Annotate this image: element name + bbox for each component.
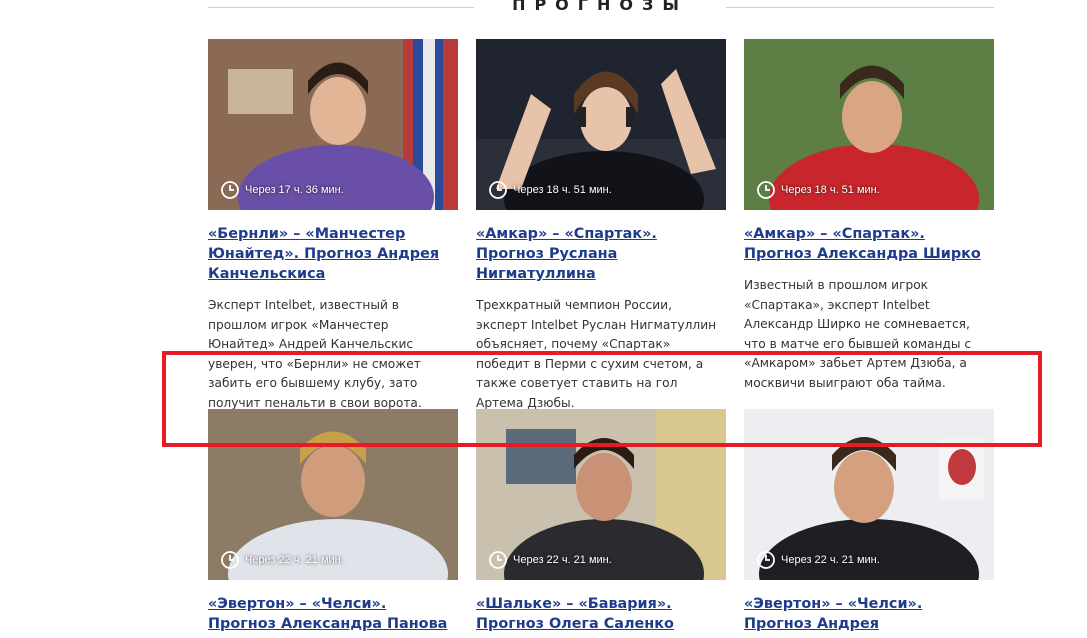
- card-photo[interactable]: Через 22 ч. 21 мин.: [476, 409, 726, 580]
- card-description: Эксперт Intelbet, известный в прошлом иг…: [208, 298, 422, 410]
- time-text: Через 22 ч. 21 мин.: [245, 554, 344, 566]
- time-label: Через 22 ч. 21 мин.: [220, 550, 344, 570]
- card-title-link[interactable]: «Шальке» – «Бавария». Прогноз Олега Сале…: [476, 594, 726, 634]
- divider-right: [726, 7, 994, 8]
- time-label: Через 22 ч. 21 мин.: [488, 550, 612, 570]
- divider-left: [208, 7, 474, 8]
- section-title: ПРОГНОЗЫ: [512, 0, 688, 14]
- card-title-link[interactable]: «Бернли» – «Манчестер Юнайтед». Прогноз …: [208, 224, 458, 284]
- time-text: Через 18 ч. 51 мин.: [513, 184, 612, 196]
- card-photo[interactable]: Через 17 ч. 36 мин.: [208, 39, 458, 210]
- forecast-card: Через 17 ч. 36 мин. «Бернли» – «Манчесте…: [208, 39, 458, 413]
- clock-icon: [221, 551, 239, 569]
- forecast-card: Через 18 ч. 51 мин. «Амкар» – «Спартак».…: [744, 39, 994, 393]
- time-text: Через 22 ч. 21 мин.: [781, 554, 880, 566]
- clock-icon: [757, 551, 775, 569]
- time-label: Через 18 ч. 51 мин.: [488, 180, 612, 200]
- forecast-card: Через 22 ч. 21 мин. «Эвертон» – «Челси».…: [208, 409, 458, 634]
- time-text: Через 18 ч. 51 мин.: [781, 184, 880, 196]
- card-title-link[interactable]: «Амкар» – «Спартак». Прогноз Александра …: [744, 224, 994, 264]
- card-title-link[interactable]: «Эвертон» – «Челси». Прогноз Андрея: [744, 594, 994, 634]
- time-text: Через 17 ч. 36 мин.: [245, 184, 344, 196]
- time-label: Через 22 ч. 21 мин.: [756, 550, 880, 570]
- time-label: Через 18 ч. 51 мин.: [756, 180, 880, 200]
- card-title-link[interactable]: «Эвертон» – «Челси». Прогноз Александра …: [208, 594, 458, 634]
- forecast-card: Через 22 ч. 21 мин. «Шальке» – «Бавария»…: [476, 409, 726, 634]
- card-photo[interactable]: Через 18 ч. 51 мин.: [476, 39, 726, 210]
- clock-icon: [221, 181, 239, 199]
- clock-icon: [489, 551, 507, 569]
- clock-icon: [489, 181, 507, 199]
- forecast-card: Через 18 ч. 51 мин. «Амкар» – «Спартак».…: [476, 39, 726, 413]
- card-photo[interactable]: Через 18 ч. 51 мин.: [744, 39, 994, 210]
- section-header: ПРОГНОЗЫ: [208, 0, 994, 16]
- forecast-card: Через 22 ч. 21 мин. «Эвертон» – «Челси».…: [744, 409, 994, 634]
- card-photo[interactable]: Через 22 ч. 21 мин.: [744, 409, 994, 580]
- card-description: Известный в прошлом игрок «Спартака», эк…: [744, 278, 972, 390]
- time-label: Через 17 ч. 36 мин.: [220, 180, 344, 200]
- time-text: Через 22 ч. 21 мин.: [513, 554, 612, 566]
- card-title-link[interactable]: «Амкар» – «Спартак». Прогноз Руслана Ниг…: [476, 224, 726, 284]
- card-photo[interactable]: Через 22 ч. 21 мин.: [208, 409, 458, 580]
- card-description: Трехкратный чемпион России, эксперт Inte…: [476, 298, 717, 410]
- clock-icon: [757, 181, 775, 199]
